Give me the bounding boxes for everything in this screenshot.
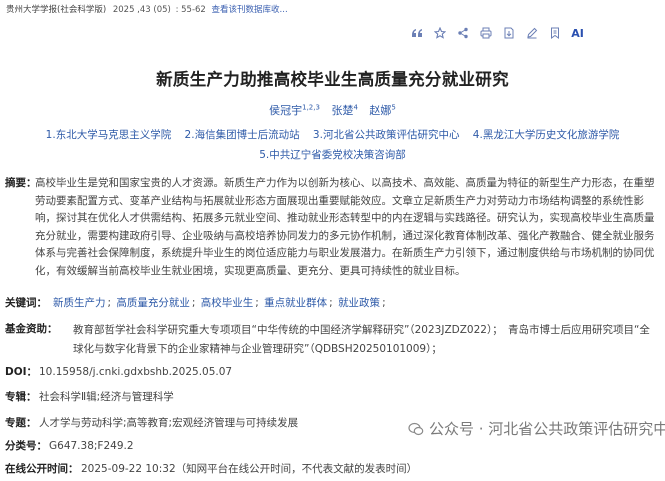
keyword-link[interactable]: 高校毕业生 (201, 297, 254, 309)
funding-label: 基金资助： (5, 323, 58, 335)
doi-label: DOI： (5, 366, 38, 378)
watermark: 公众号 · 河北省公共政策评估研究中心 (408, 418, 665, 439)
affiliation-link[interactable]: 3.河北省公共政策评估研究中心 (313, 129, 460, 141)
article-toolbar: AI (405, 25, 589, 41)
keywords-label: 关键词： (5, 297, 47, 309)
author-link[interactable]: 赵娜5 (369, 103, 395, 117)
author-list: 侯冠宇1,2,3 张楚4 赵娜5 (0, 102, 665, 118)
download-icon[interactable] (497, 25, 520, 41)
publication-link[interactable]: 贵州大学学报(社会科学版) (6, 5, 106, 15)
issue-text: 2025 ,43 (05) (112, 5, 171, 15)
source-info: 贵州大学学报(社会科学版) 2025 ,43 (05) : 55-62 查看该刊… (6, 3, 288, 15)
affiliation-link[interactable]: 4.黑龙江大学历史文化旅游学院 (473, 129, 620, 141)
print-icon[interactable] (474, 25, 497, 41)
online-time-section: 在线公开时间： 2025-09-22 10:32（知网平台在线公开时间，不代表文… (5, 461, 417, 479)
pages-text: 55-62 (181, 5, 206, 15)
doi-section: DOI： 10.15958/j.cnki.gdxbshb.2025.05.07 (5, 364, 232, 382)
wechat-icon (408, 422, 424, 435)
database-link[interactable]: 查看该刊数据库收... (212, 5, 288, 15)
funding-section: 基金资助： 教育部哲学社会科学研究重大专项项目“中华传统的中国经济学解释研究”（… (5, 321, 655, 359)
series-label: 专辑： (5, 391, 37, 403)
affiliation-link[interactable]: 5.中共辽宁省委党校决策咨询部 (259, 149, 406, 161)
author-link[interactable]: 侯冠宇1,2,3 (269, 103, 320, 117)
keywords-section: 关键词： 新质生产力; 高质量充分就业; 高校毕业生; 重点就业群体; 就业政策… (5, 295, 655, 313)
affiliation-link[interactable]: 1.东北大学马克思主义学院 (46, 129, 172, 141)
keyword-link[interactable]: 新质生产力 (53, 297, 106, 309)
source-bar: 贵州大学学报(社会科学版) 2025 ,43 (05) : 55-62 查看该刊… (0, 0, 665, 18)
topic-section: 专题： 人才学与劳动科学;高等教育;宏观经济管理与可持续发展 (5, 415, 298, 433)
topic-value: 人才学与劳动科学;高等教育;宏观经济管理与可持续发展 (39, 417, 299, 429)
keyword-link[interactable]: 重点就业群体 (264, 297, 327, 309)
classification-label: 分类号： (5, 440, 47, 452)
keyword-link[interactable]: 高质量充分就业 (116, 297, 190, 309)
article-title: 新质生产力助推高校毕业生高质量充分就业研究 (156, 70, 509, 89)
watermark-text: 公众号 · 河北省公共政策评估研究中心 (429, 420, 665, 438)
share-icon[interactable] (451, 25, 474, 41)
online-time-label: 在线公开时间： (5, 463, 79, 475)
affiliation-list: 1.东北大学马克思主义学院 2.海信集团博士后流动站 3.河北省公共政策评估研究… (30, 125, 635, 165)
series-section: 专辑： 社会科学Ⅱ辑;经济与管理科学 (5, 389, 174, 407)
pages-separator: : (175, 5, 179, 15)
funding-text: 教育部哲学社会科学研究重大专项项目“中华传统的中国经济学解释研究”（2023JZ… (73, 324, 650, 355)
topic-label: 专题： (5, 417, 37, 429)
classification-section: 分类号： G647.38;F249.2 (5, 438, 134, 456)
keyword-list: 新质生产力; 高质量充分就业; 高校毕业生; 重点就业群体; 就业政策; (53, 297, 386, 309)
author-link[interactable]: 张楚4 (331, 103, 357, 117)
doi-value: 10.15958/j.cnki.gdxbshb.2025.05.07 (39, 366, 233, 378)
bookmark-icon[interactable] (543, 25, 566, 41)
abstract-text: 高校毕业生是党和国家宝贵的人才资源。新质生产力作为以创新为核心、以高技术、高效能… (35, 177, 655, 277)
note-icon[interactable] (520, 25, 543, 41)
abstract-label: 摘要： (5, 177, 37, 189)
quote-icon[interactable] (405, 25, 428, 41)
ai-button[interactable]: AI (566, 25, 589, 41)
keyword-link[interactable]: 就业政策 (338, 297, 380, 309)
affiliation-link[interactable]: 2.海信集团博士后流动站 (185, 129, 300, 141)
star-icon[interactable] (428, 25, 451, 41)
abstract-section: 摘要： 高校毕业生是党和国家宝贵的人才资源。新质生产力作为以创新为核心、以高技术… (5, 175, 655, 280)
